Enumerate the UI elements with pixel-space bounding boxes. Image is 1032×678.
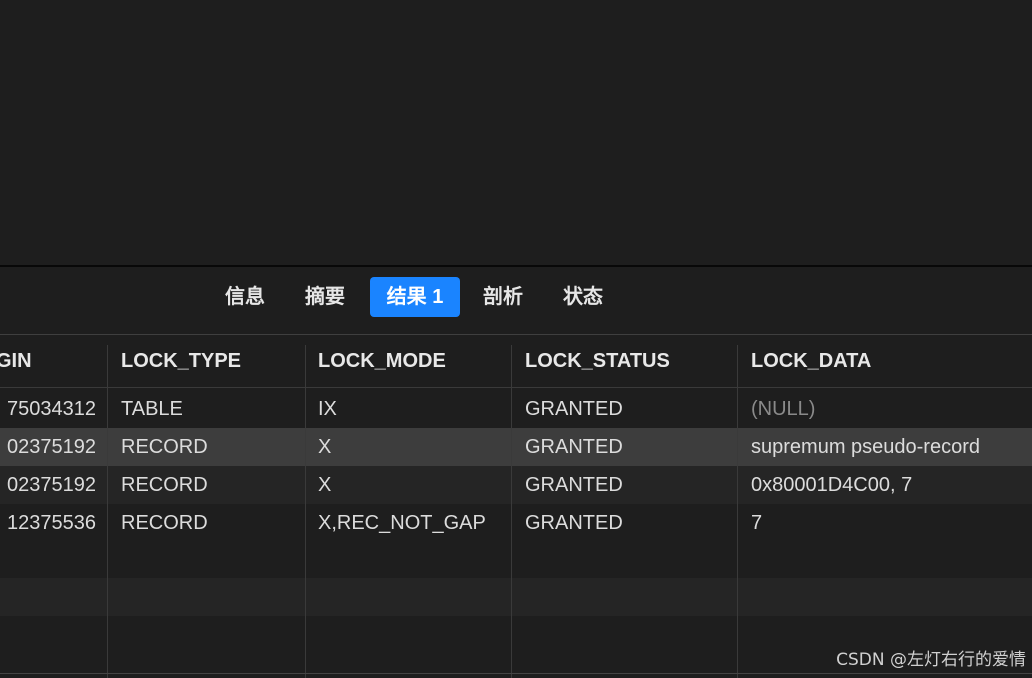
column-header-lock-mode[interactable]: LOCK_MODE <box>318 335 446 387</box>
cell-lock-type[interactable]: RECORD <box>121 504 208 542</box>
table-row-selected[interactable]: 02375192 RECORD X GRANTED supremum pseud… <box>0 428 1032 466</box>
tab-summary[interactable]: 摘要 <box>296 277 354 317</box>
column-header-lock-trx-gin[interactable]: GIN <box>0 335 32 387</box>
grid-header-row: GIN LOCK_TYPE LOCK_MODE LOCK_STATUS LOCK… <box>0 335 1032 388</box>
column-divider[interactable] <box>737 345 738 678</box>
cell-lock-status[interactable]: GRANTED <box>525 504 623 542</box>
result-grid[interactable]: GIN LOCK_TYPE LOCK_MODE LOCK_STATUS LOCK… <box>0 335 1032 678</box>
tab-status[interactable]: 状态 <box>554 277 612 317</box>
cell-lock-mode[interactable]: IX <box>318 390 337 428</box>
cell-trx-id[interactable]: 12375536 <box>7 504 96 542</box>
cell-lock-status[interactable]: GRANTED <box>525 466 623 504</box>
cell-trx-id[interactable]: 75034312 <box>7 390 96 428</box>
cell-lock-data[interactable]: (NULL) <box>751 390 815 428</box>
tab-profile[interactable]: 剖析 <box>474 277 532 317</box>
cell-lock-data[interactable]: 0x80001D4C00, 7 <box>751 466 912 504</box>
cell-lock-type[interactable]: RECORD <box>121 466 208 504</box>
table-row[interactable]: 02375192 RECORD X GRANTED 0x80001D4C00, … <box>0 466 1032 504</box>
table-row[interactable]: 75034312 TABLE IX GRANTED (NULL) <box>0 390 1032 428</box>
empty-row <box>0 578 1032 616</box>
result-tabbar: 信息 摘要 结果 1 剖析 状态 <box>0 267 1032 334</box>
cell-lock-mode[interactable]: X,REC_NOT_GAP <box>318 504 486 542</box>
cell-lock-mode[interactable]: X <box>318 428 331 466</box>
cell-lock-data[interactable]: 7 <box>751 504 762 542</box>
cell-lock-status[interactable]: GRANTED <box>525 428 623 466</box>
cell-trx-id[interactable]: 02375192 <box>7 466 96 504</box>
column-header-lock-data[interactable]: LOCK_DATA <box>751 335 871 387</box>
cell-lock-data[interactable]: supremum pseudo-record <box>751 428 980 466</box>
empty-row <box>0 542 1032 580</box>
grid-bottom-border <box>0 673 1032 674</box>
cell-lock-status[interactable]: GRANTED <box>525 390 623 428</box>
column-divider[interactable] <box>511 345 512 678</box>
cell-lock-type[interactable]: RECORD <box>121 428 208 466</box>
cell-trx-id[interactable]: 02375192 <box>7 428 96 466</box>
column-header-lock-status[interactable]: LOCK_STATUS <box>525 335 670 387</box>
tab-result-1[interactable]: 结果 1 <box>370 277 460 317</box>
tab-info[interactable]: 信息 <box>216 277 274 317</box>
column-header-lock-type[interactable]: LOCK_TYPE <box>121 335 241 387</box>
cell-lock-mode[interactable]: X <box>318 466 331 504</box>
column-divider[interactable] <box>305 345 306 678</box>
table-row[interactable]: 12375536 RECORD X,REC_NOT_GAP GRANTED 7 <box>0 504 1032 542</box>
query-editor-area[interactable] <box>0 0 1032 265</box>
cell-lock-type[interactable]: TABLE <box>121 390 183 428</box>
watermark: CSDN @左灯右行的爱情 <box>836 650 1026 670</box>
column-divider[interactable] <box>107 345 108 678</box>
